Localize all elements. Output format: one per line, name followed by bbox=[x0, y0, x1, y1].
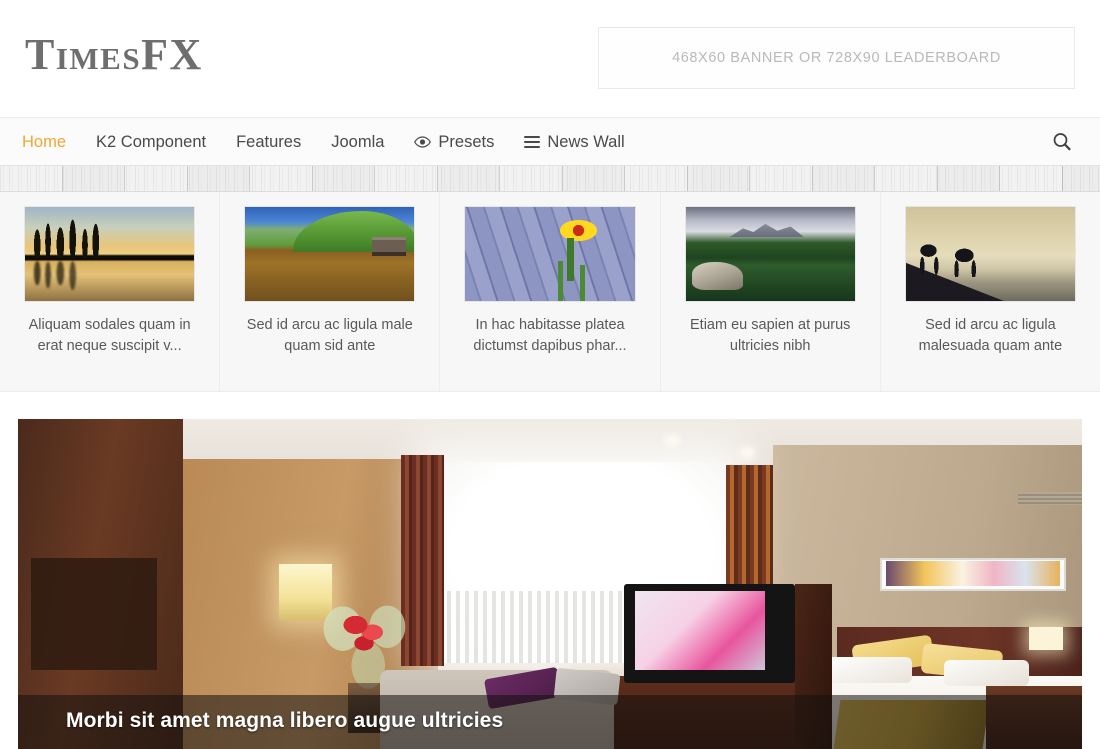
thumbnail-item[interactable]: Etiam eu sapien at purus ultricies nibh bbox=[661, 192, 881, 391]
thumbnail-image-camels-desert-dune-silhouette[interactable] bbox=[904, 206, 1077, 302]
featured-caption-band[interactable]: Morbi sit amet magna libero augue ultric… bbox=[18, 695, 1082, 749]
nav-item-home[interactable]: Home bbox=[22, 118, 81, 166]
featured-slide[interactable]: Morbi sit amet magna libero augue ultric… bbox=[18, 419, 1082, 749]
thumbnail-item[interactable]: Sed id arcu ac ligula male quam sid ante bbox=[220, 192, 441, 391]
thumbnail-item[interactable]: In hac habitasse platea dictumst dapibus… bbox=[440, 192, 661, 391]
featured-caption-text: Morbi sit amet magna libero augue ultric… bbox=[66, 709, 504, 732]
nav-item-label: Presets bbox=[438, 132, 495, 151]
site-header: TimesFX 468x60 BANNER OR 728x90 LEADERBO… bbox=[0, 0, 1100, 118]
ad-banner-placeholder[interactable]: 468x60 BANNER OR 728x90 LEADERBOARD bbox=[598, 27, 1075, 89]
wood-texture-divider bbox=[0, 166, 1100, 192]
thumbnail-title[interactable]: Sed id arcu ac ligula malesuada quam ant… bbox=[905, 315, 1076, 357]
nav-item-news-wall[interactable]: News Wall bbox=[509, 118, 639, 166]
thumbnail-item[interactable]: Sed id arcu ac ligula malesuada quam ant… bbox=[881, 192, 1100, 391]
thumbnail-image-green-hill-boathouse-lake[interactable] bbox=[244, 206, 416, 302]
thumbnail-image-sunset-lake-pine-trees[interactable] bbox=[24, 206, 196, 302]
thumbnail-title[interactable]: Sed id arcu ac ligula male quam sid ante bbox=[244, 315, 415, 357]
main-navigation: Home K2 Component Features Joomla Preset… bbox=[0, 118, 1100, 166]
nav-item-label: News Wall bbox=[547, 132, 625, 151]
nav-item-label: Joomla bbox=[331, 132, 385, 151]
search-icon[interactable] bbox=[1050, 130, 1074, 154]
nav-item-joomla[interactable]: Joomla bbox=[316, 118, 399, 166]
featured-thumbnails-strip: Aliquam sodales quam in erat neque susci… bbox=[0, 192, 1100, 392]
nav-item-label: Home bbox=[22, 132, 67, 151]
nav-item-presets[interactable]: Presets bbox=[399, 118, 509, 166]
thumbnail-title[interactable]: Etiam eu sapien at purus ultricies nibh bbox=[685, 315, 856, 357]
thumbnail-image-alpine-lake-forest-mountains[interactable] bbox=[684, 206, 856, 302]
nav-item-label: Features bbox=[236, 132, 302, 151]
nav-item-label: K2 Component bbox=[96, 132, 207, 151]
thumbnail-title[interactable]: Aliquam sodales quam in erat neque susci… bbox=[24, 315, 195, 357]
nav-item-k2-component[interactable]: K2 Component bbox=[81, 118, 221, 166]
ad-banner-label: 468x60 BANNER OR 728x90 LEADERBOARD bbox=[672, 50, 1001, 66]
hamburger-icon bbox=[524, 135, 541, 148]
thumbnail-item[interactable]: Aliquam sodales quam in erat neque susci… bbox=[0, 192, 221, 391]
thumbnail-title[interactable]: In hac habitasse platea dictumst dapibus… bbox=[464, 315, 635, 357]
eye-icon bbox=[414, 135, 432, 148]
nav-item-features[interactable]: Features bbox=[221, 118, 316, 166]
featured-slider-wrapper: Morbi sit amet magna libero augue ultric… bbox=[0, 392, 1100, 749]
site-logo[interactable]: TimesFX bbox=[25, 33, 203, 77]
thumbnail-image-yellow-flower-wooden-planks[interactable] bbox=[464, 206, 636, 302]
